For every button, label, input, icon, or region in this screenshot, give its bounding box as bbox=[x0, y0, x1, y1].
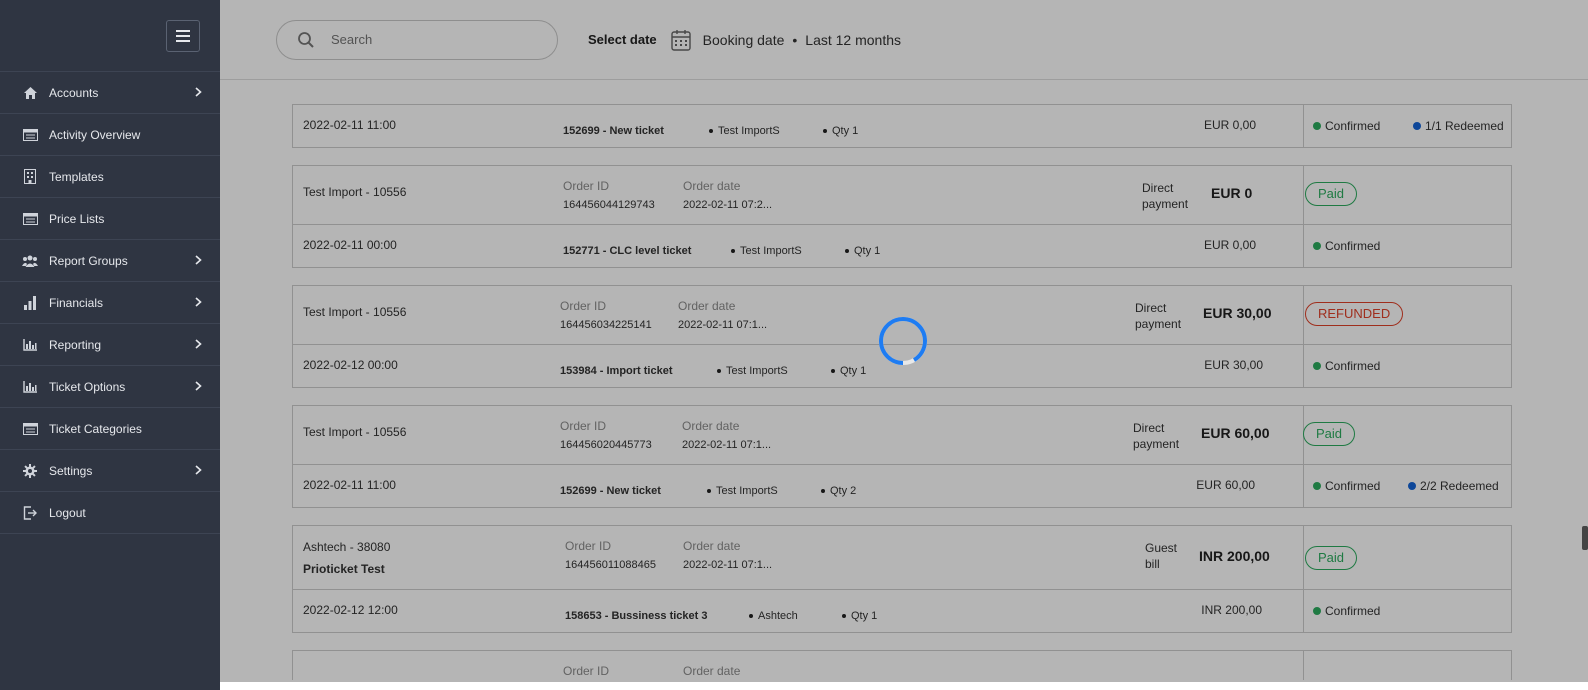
chart-icon bbox=[22, 379, 38, 395]
list-card-icon bbox=[22, 127, 38, 143]
users-icon bbox=[22, 253, 38, 269]
sidebar-item-reporting[interactable]: Reporting bbox=[0, 324, 220, 366]
building-icon bbox=[22, 169, 38, 185]
sidebar-item-label: Activity Overview bbox=[49, 127, 141, 142]
sidebar-item-accounts[interactable]: Accounts bbox=[0, 72, 220, 114]
sidebar-item-report-groups[interactable]: Report Groups bbox=[0, 240, 220, 282]
sidebar-item-ticket-categories[interactable]: Ticket Categories bbox=[0, 408, 220, 450]
sidebar-nav: Accounts Activity Overview Templates Price … bbox=[0, 72, 220, 534]
sidebar-item-label: Ticket Categories bbox=[49, 421, 142, 436]
list-card-icon bbox=[22, 421, 38, 437]
logout-icon bbox=[22, 505, 38, 521]
sidebar-item-label: Financials bbox=[49, 295, 104, 310]
sidebar-item-settings[interactable]: Settings bbox=[0, 450, 220, 492]
gear-icon bbox=[22, 463, 38, 479]
bar-chart-icon bbox=[22, 295, 38, 311]
sidebar-item-ticket-options[interactable]: Ticket Options bbox=[0, 366, 220, 408]
sidebar-item-label: Settings bbox=[49, 463, 93, 478]
chevron-right-icon bbox=[195, 255, 202, 265]
sidebar-item-financials[interactable]: Financials bbox=[0, 282, 220, 324]
menu-toggle-button[interactable] bbox=[166, 20, 200, 52]
list-card-icon bbox=[22, 211, 38, 227]
sidebar-item-label: Ticket Options bbox=[49, 379, 126, 394]
home-icon bbox=[22, 85, 38, 101]
sidebar-item-price-lists[interactable]: Price Lists bbox=[0, 198, 220, 240]
sidebar-item-label: Logout bbox=[49, 505, 86, 520]
sidebar-item-label: Templates bbox=[49, 169, 104, 184]
sidebar-item-label: Report Groups bbox=[49, 253, 128, 268]
sidebar: Accounts Activity Overview Templates Price … bbox=[0, 0, 220, 690]
sidebar-item-templates[interactable]: Templates bbox=[0, 156, 220, 198]
sidebar-item-logout[interactable]: Logout bbox=[0, 492, 220, 534]
chevron-right-icon bbox=[195, 381, 202, 391]
sidebar-header bbox=[0, 0, 220, 72]
chevron-right-icon bbox=[195, 339, 202, 349]
sidebar-item-label: Price Lists bbox=[49, 211, 105, 226]
sidebar-item-label: Accounts bbox=[49, 85, 99, 100]
scrollbar-thumb[interactable] bbox=[1582, 526, 1588, 550]
sidebar-item-activity-overview[interactable]: Activity Overview bbox=[0, 114, 220, 156]
sidebar-item-label: Reporting bbox=[49, 337, 102, 352]
loading-spinner-icon bbox=[879, 317, 928, 365]
chart-icon bbox=[22, 337, 38, 353]
hamburger-icon bbox=[176, 30, 190, 42]
chevron-right-icon bbox=[195, 465, 202, 475]
chevron-right-icon bbox=[195, 297, 202, 307]
chevron-right-icon bbox=[195, 87, 202, 97]
